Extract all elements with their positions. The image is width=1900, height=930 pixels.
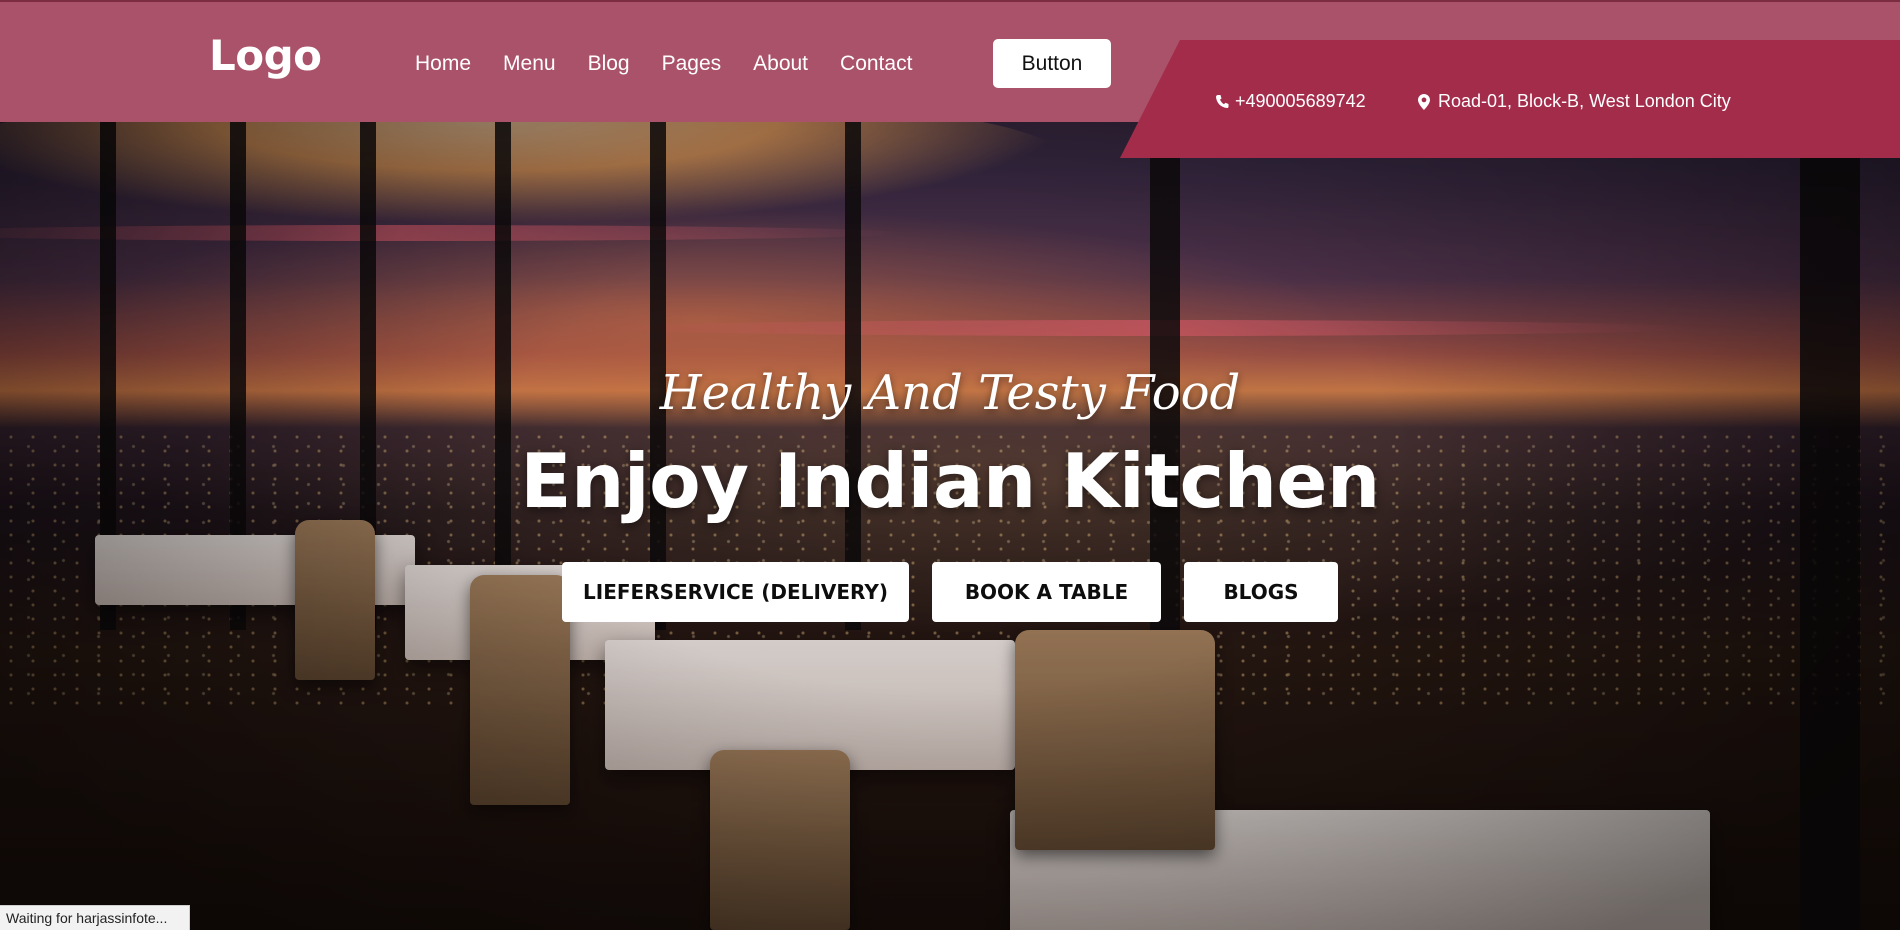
main-nav: Home Menu Blog Pages About Contact xyxy=(415,52,944,76)
site-logo[interactable]: Logo xyxy=(209,31,322,80)
nav-pages[interactable]: Pages xyxy=(662,52,722,76)
nav-menu[interactable]: Menu xyxy=(503,52,556,76)
nav-contact[interactable]: Contact xyxy=(840,52,912,76)
hero-tagline: Healthy And Testy Food xyxy=(659,365,1241,421)
phone-info[interactable]: +490005689742 xyxy=(1215,91,1366,112)
phone-icon xyxy=(1215,94,1229,110)
nav-about[interactable]: About xyxy=(753,52,808,76)
address-text: Road-01, Block-B, West London City xyxy=(1438,91,1731,111)
address-info: Road-01, Block-B, West London City xyxy=(1418,91,1731,112)
nav-home[interactable]: Home xyxy=(415,52,471,76)
book-table-button[interactable]: BOOK A TABLE xyxy=(932,562,1161,622)
nav-blog[interactable]: Blog xyxy=(588,52,630,76)
phone-number: +490005689742 xyxy=(1235,91,1366,111)
blogs-button[interactable]: BLOGS xyxy=(1184,562,1338,622)
delivery-button[interactable]: LIEFERSERVICE (DELIVERY) xyxy=(562,562,909,622)
map-pin-icon xyxy=(1418,93,1432,110)
hero-headline: Enjoy Indian Kitchen xyxy=(520,437,1380,525)
header-button[interactable]: Button xyxy=(993,39,1111,88)
browser-status-bar: Waiting for harjassinfote... xyxy=(0,905,190,930)
